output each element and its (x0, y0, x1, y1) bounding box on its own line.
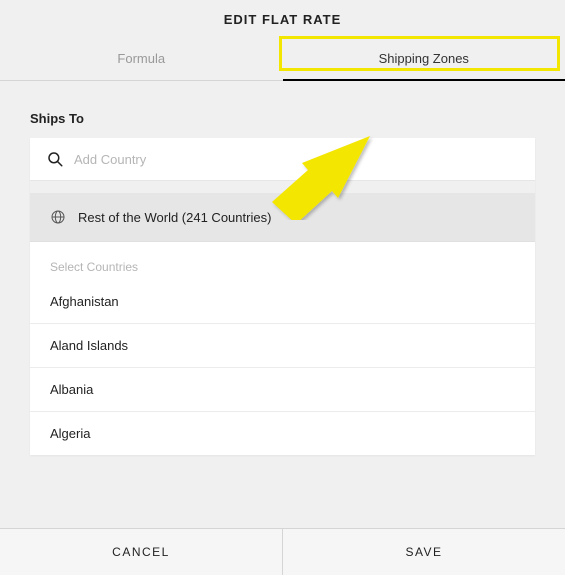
list-item[interactable]: Afghanistan (30, 280, 535, 324)
tab-formula[interactable]: Formula (0, 39, 283, 80)
country-name: Aland Islands (50, 338, 128, 353)
shipping-panel: Rest of the World (241 Countries) Select… (30, 138, 535, 455)
rest-of-world-option[interactable]: Rest of the World (241 Countries) (30, 193, 535, 242)
list-item[interactable]: Albania (30, 368, 535, 412)
rest-of-world-label: Rest of the World (241 Countries) (78, 210, 271, 225)
tabs: Formula Shipping Zones (0, 39, 565, 81)
search-input[interactable] (74, 152, 519, 167)
cancel-button[interactable]: CANCEL (0, 529, 282, 575)
country-name: Algeria (50, 426, 90, 441)
tab-formula-label: Formula (117, 51, 165, 66)
country-name: Albania (50, 382, 93, 397)
panel-spacer (30, 181, 535, 193)
save-label: SAVE (405, 545, 442, 559)
search-icon (46, 150, 64, 168)
save-button[interactable]: SAVE (282, 529, 565, 575)
dialog-footer: CANCEL SAVE (0, 528, 565, 575)
add-country-row[interactable] (30, 138, 535, 181)
dialog-title: EDIT FLAT RATE (0, 0, 565, 39)
tab-shipping-zones-label: Shipping Zones (379, 51, 469, 66)
ships-to-label: Ships To (30, 111, 535, 138)
globe-icon (50, 209, 66, 225)
select-countries-label: Select Countries (30, 242, 535, 280)
list-item[interactable]: Aland Islands (30, 324, 535, 368)
cancel-label: CANCEL (112, 545, 170, 559)
country-name: Afghanistan (50, 294, 119, 309)
list-item[interactable]: Algeria (30, 412, 535, 455)
tab-shipping-zones[interactable]: Shipping Zones (283, 39, 565, 80)
